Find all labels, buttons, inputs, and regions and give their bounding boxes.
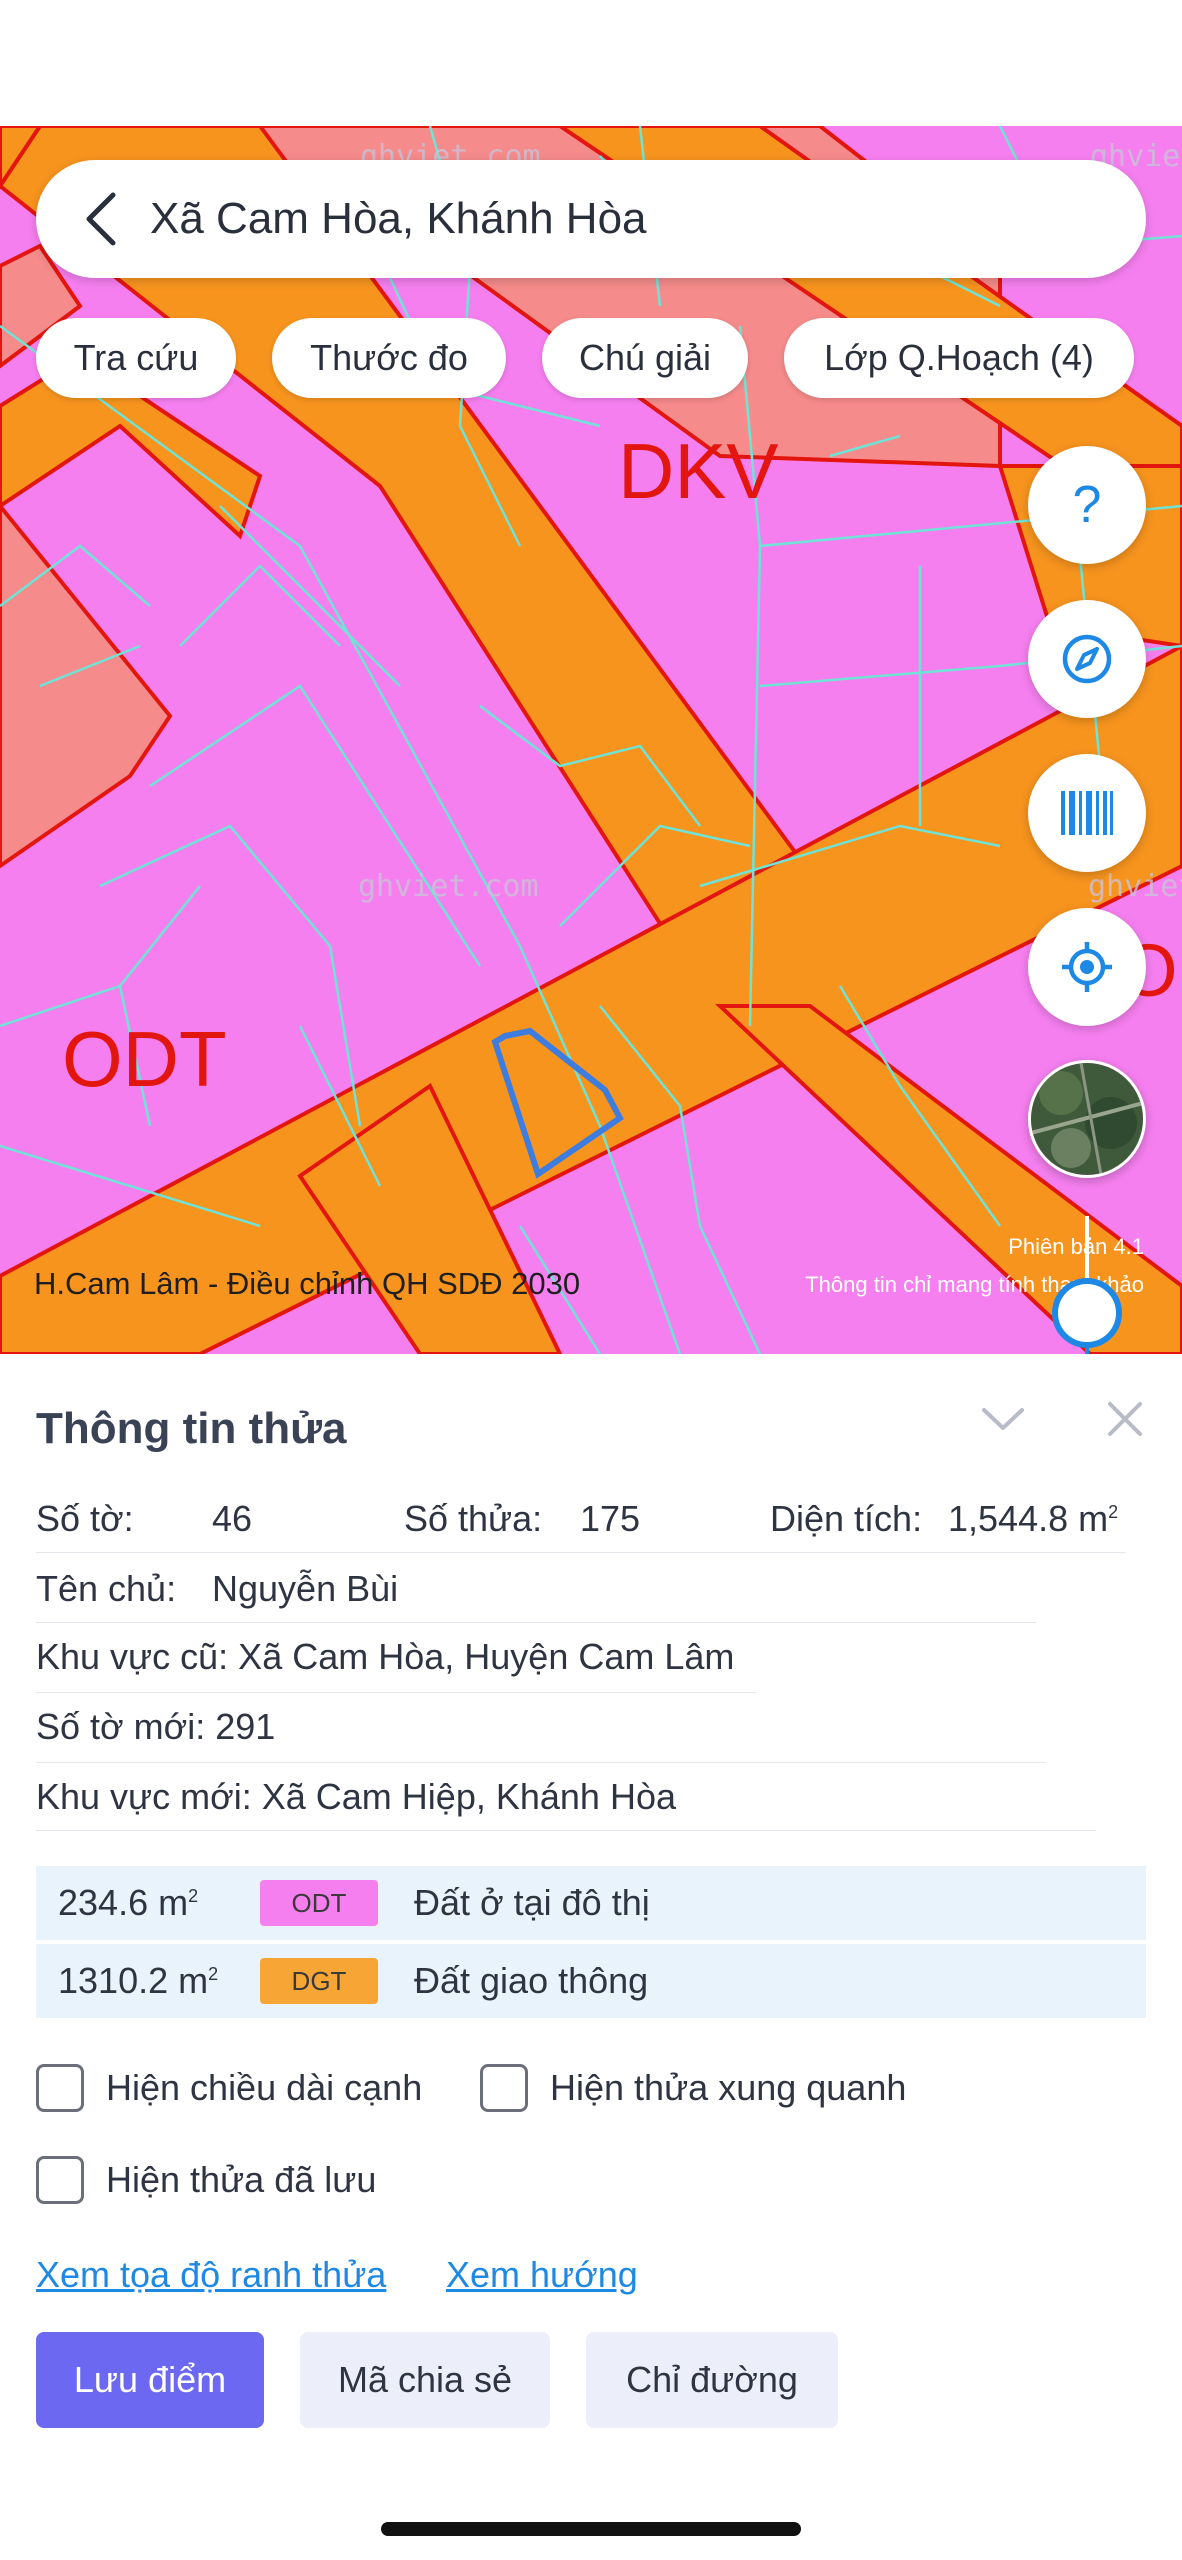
checkbox-box[interactable] [36,2064,84,2112]
zone-description: Đất giao thông [414,1960,649,2001]
checkbox-label: Hiện thửa xung quanh [550,2067,907,2108]
so-to-moi-text: Số tờ mới: 291 [36,1706,276,1747]
area-unit-superscript: 2 [208,1964,219,1984]
back-arrow-icon[interactable] [56,160,146,278]
owner-row: Tên chủ: Nguyễn Bùi [36,1554,398,1624]
panel-title: Thông tin thửa [36,1404,347,1453]
checkbox-surrounding-parcels[interactable]: Hiện thửa xung quanh [480,2060,906,2116]
zone-row: 234.6 m2 ODT Đất ở tại đô thị [36,1866,1146,1940]
map-version: Phiên bản 4.1 [1008,1234,1144,1259]
dien-tich-value: 1,544.8 m2 [948,1498,1119,1539]
close-icon[interactable] [1100,1394,1150,1444]
chip-tra-cuu[interactable]: Tra cứu [36,318,236,398]
zone-code-badge: DGT [260,1958,378,2004]
status-bar [0,0,1182,126]
share-code-button[interactable]: Mã chia sẻ [300,2332,550,2428]
so-to-value: 46 [212,1498,253,1539]
chevron-down-icon[interactable] [978,1394,1028,1444]
view-boundary-coordinates-link[interactable]: Xem tọa độ ranh thửa [36,2254,386,2296]
old-area-row: Khu vực cũ: Xã Cam Hòa, Huyện Cam Lâm [36,1622,734,1692]
so-thua-value: 175 [580,1498,641,1539]
barcode-button[interactable] [1028,754,1146,872]
so-to-label: Số tờ: [36,1498,134,1539]
planning-map: ODT DKV ODT OD ghviet.com ghviet.com ghv… [0,126,1182,1354]
khu-vuc-cu-text: Khu vực cũ: Xã Cam Hòa, Huyện Cam Lâm [36,1636,735,1677]
compass-button[interactable] [1028,600,1146,718]
checkbox-saved-parcels[interactable]: Hiện thửa đã lưu [36,2152,376,2208]
chip-chu-giai[interactable]: Chú giải [542,318,748,398]
parcel-info-panel: Thông tin thửa Số tờ: 46 Số thửa: 175 Di… [0,1354,1182,2560]
so-thua-label: Số thửa: [404,1498,543,1539]
chip-thuoc-do[interactable]: Thước đo [272,318,506,398]
new-sheet-row: Số tờ mới: 291 [36,1692,275,1762]
satellite-layer-button[interactable] [1028,1060,1146,1178]
view-direction-link[interactable]: Xem hướng [446,2254,638,2296]
map-layer-caption: H.Cam Lâm - Điều chỉnh QH SDĐ 2030 [34,1266,581,1301]
dien-tich-label: Diện tích: [770,1498,923,1539]
divider [36,1830,1096,1831]
watermark: ghviet.com [358,869,539,904]
locate-icon [1062,942,1112,992]
divider [36,1552,1126,1553]
parcel-summary-row: Số tờ: 46 Số thửa: 175 Diện tích: 1,544.… [36,1484,1146,1554]
zone-area: 234.6 m2 [58,1882,199,1923]
home-indicator[interactable] [381,2522,801,2536]
zone-row: 1310.2 m2 DGT Đất giao thông [36,1944,1146,2018]
help-icon: ? [1072,476,1102,534]
ten-chu-value: Nguyễn Bùi [212,1568,399,1609]
search-location-text[interactable]: Xã Cam Hòa, Khánh Hòa [150,194,647,244]
zone-area: 1310.2 m2 [58,1960,219,2001]
map-view[interactable]: ODT DKV ODT OD ghviet.com ghviet.com ghv… [0,126,1182,1354]
zone-table: 234.6 m2 ODT Đất ở tại đô thị 1310.2 m2 … [36,1866,1146,2022]
compass-icon [1062,634,1112,684]
chip-lop-quy-hoach[interactable]: Lớp Q.Hoạch (4) [784,318,1134,398]
search-bar[interactable]: Xã Cam Hòa, Khánh Hòa [36,160,1146,278]
zone-label-dkv: DKV [618,427,778,515]
opacity-slider-handle[interactable] [1052,1278,1122,1348]
area-unit-superscript: 2 [188,1886,199,1906]
checkbox-label: Hiện chiều dài cạnh [106,2067,423,2108]
area-unit-superscript: 2 [1108,1502,1119,1522]
checkbox-label: Hiện thửa đã lưu [106,2159,377,2200]
checkbox-box[interactable] [36,2156,84,2204]
checkbox-edge-length[interactable]: Hiện chiều dài cạnh [36,2060,422,2116]
new-area-row: Khu vực mới: Xã Cam Hiệp, Khánh Hòa [36,1762,676,1832]
ten-chu-label: Tên chủ: [36,1568,177,1609]
satellite-layer-icon [1031,1063,1143,1175]
watermark: ghviet.com [1088,869,1182,904]
zone-code-badge: ODT [260,1880,378,1926]
save-point-button[interactable]: Lưu điểm [36,2332,264,2428]
checkbox-box[interactable] [480,2064,528,2112]
zone-label-odt: ODT [62,1015,227,1103]
locate-button[interactable] [1028,908,1146,1026]
help-button[interactable]: ? [1028,446,1146,564]
khu-vuc-moi-text: Khu vực mới: Xã Cam Hiệp, Khánh Hòa [36,1776,676,1817]
barcode-icon [1061,791,1113,835]
zone-description: Đất ở tại đô thị [414,1882,650,1923]
directions-button[interactable]: Chỉ đường [586,2332,838,2428]
